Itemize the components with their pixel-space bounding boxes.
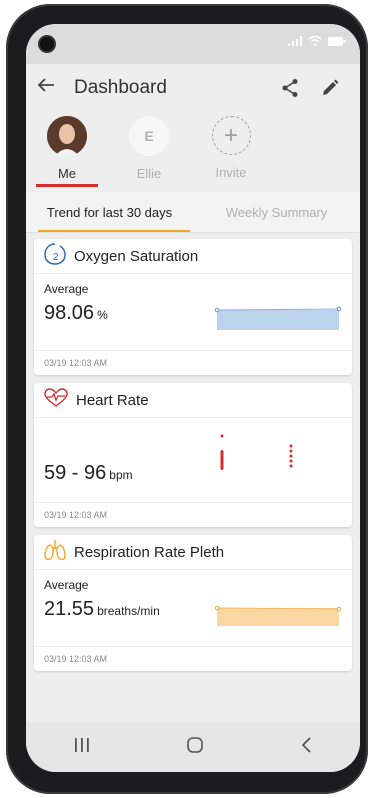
tab-bar: Trend for last 30 days Weekly Summary xyxy=(26,192,360,233)
system-nav-bar xyxy=(26,722,360,772)
card-header: 2 Oxygen Saturation xyxy=(34,239,352,274)
avatar-initial: E xyxy=(129,116,169,156)
value-number: 59 - 96 xyxy=(44,462,107,484)
card-timestamp: 03/19 12:03 AM xyxy=(34,646,352,671)
signal-icon xyxy=(288,36,302,46)
value-unit: breaths/min xyxy=(97,604,160,618)
card-body: 59 - 96 bpm xyxy=(34,418,352,502)
svg-text:2: 2 xyxy=(53,252,59,263)
recent-apps-icon[interactable] xyxy=(73,737,91,758)
battery-icon xyxy=(328,36,346,46)
value-number: 98.06 xyxy=(44,302,95,324)
profile-me[interactable]: Me xyxy=(36,112,98,192)
metric-value: 98.06% xyxy=(44,302,108,325)
card-header: Heart Rate xyxy=(34,383,352,418)
oxygen-saturation-icon: 2 xyxy=(44,242,66,270)
card-body: Average 21.55 breaths/min xyxy=(34,570,352,646)
edit-pencil-icon[interactable] xyxy=(310,79,350,97)
value-number: 21.55 xyxy=(44,598,95,620)
card-timestamp: 03/19 12:03 AM xyxy=(34,502,352,527)
screen: Dashboard Me E Ellie + Invite Trend for … xyxy=(26,24,360,772)
oxygen-trend-sparkline xyxy=(214,306,342,330)
profile-name: Invite xyxy=(215,165,247,180)
invite-plus-icon: + xyxy=(211,116,251,155)
cards-list: 2 Oxygen Saturation Average 98.06% 03/19… xyxy=(26,233,360,671)
card-header: Respiration Rate Pleth xyxy=(34,535,352,570)
status-bar xyxy=(26,24,360,64)
status-icons xyxy=(288,36,346,46)
card-title: Heart Rate xyxy=(76,391,149,409)
value-unit: % xyxy=(97,308,108,322)
card-title: Respiration Rate Pleth xyxy=(74,543,225,561)
metric-value: 59 - 96 bpm xyxy=(44,462,133,485)
home-icon[interactable] xyxy=(186,736,204,759)
heart-rate-card[interactable]: Heart Rate 59 - 96 bpm 03/19 12:03 AM xyxy=(34,383,352,527)
back-arrow-icon[interactable] xyxy=(36,75,70,101)
page-title: Dashboard xyxy=(74,77,167,98)
share-icon[interactable] xyxy=(270,78,310,98)
lungs-icon xyxy=(44,539,66,566)
front-camera xyxy=(40,37,54,51)
respiration-rate-card[interactable]: Respiration Rate Pleth Average 21.55 brea… xyxy=(34,535,352,671)
wifi-icon xyxy=(308,36,322,46)
back-nav-icon[interactable] xyxy=(299,736,313,759)
tab-indicator xyxy=(38,230,190,232)
heart-rate-icon xyxy=(44,387,68,413)
profile-name: Me xyxy=(57,166,77,181)
average-label: Average xyxy=(44,578,89,592)
value-unit: bpm xyxy=(109,468,133,482)
avatar xyxy=(47,116,87,156)
average-label: Average xyxy=(44,282,89,296)
profile-invite[interactable]: + Invite xyxy=(200,112,262,192)
selected-profile-indicator xyxy=(36,184,98,187)
tab-weekly-summary[interactable]: Weekly Summary xyxy=(193,192,360,232)
phone-frame: Dashboard Me E Ellie + Invite Trend for … xyxy=(6,4,368,794)
heart-rate-range-chart xyxy=(220,434,293,470)
metric-value: 21.55 breaths/min xyxy=(44,598,160,621)
oxygen-saturation-card[interactable]: 2 Oxygen Saturation Average 98.06% 03/19… xyxy=(34,239,352,375)
card-body: Average 98.06% xyxy=(34,274,352,350)
app-bar: Dashboard xyxy=(26,64,360,112)
card-timestamp: 03/19 12:03 AM xyxy=(34,350,352,375)
tab-trend-30-days[interactable]: Trend for last 30 days xyxy=(26,192,193,232)
profile-selector: Me E Ellie + Invite xyxy=(26,112,360,192)
profile-ellie[interactable]: E Ellie xyxy=(118,112,180,192)
card-title: Oxygen Saturation xyxy=(74,247,199,265)
profile-name: Ellie xyxy=(136,166,162,181)
respiration-trend-sparkline xyxy=(214,605,342,626)
